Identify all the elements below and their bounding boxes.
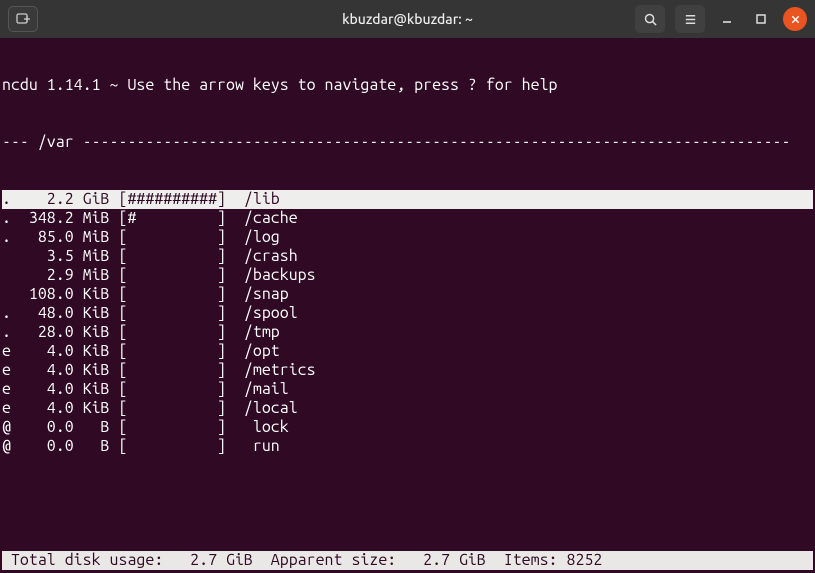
list-item[interactable]: . 28.0 KiB [ ] /tmp [2,323,813,342]
status-footer: Total disk usage: 2.7 GiB Apparent size:… [2,551,813,570]
menu-button[interactable] [675,5,705,33]
new-tab-button[interactable] [8,6,38,32]
hamburger-icon [683,12,698,27]
search-icon [643,12,658,27]
titlebar: kbuzdar@kbuzdar: ~ [0,0,815,38]
list-item[interactable]: . 2.2 GiB [##########] /lib [2,190,813,209]
list-item[interactable]: 108.0 KiB [ ] /snap [2,285,813,304]
ncdu-header: ncdu 1.14.1 ~ Use the arrow keys to navi… [2,76,813,95]
maximize-icon [755,13,767,25]
list-item[interactable]: 2.9 MiB [ ] /backups [2,266,813,285]
file-listing[interactable]: . 2.2 GiB [##########] /lib. 348.2 MiB [… [2,190,813,456]
maximize-button[interactable] [749,7,773,31]
list-item[interactable]: @ 0.0 B [ ] run [2,437,813,456]
list-item[interactable]: e 4.0 KiB [ ] /local [2,399,813,418]
window-title: kbuzdar@kbuzdar: ~ [342,11,473,27]
close-icon [790,14,801,25]
titlebar-left [8,6,38,32]
list-item[interactable]: e 4.0 KiB [ ] /metrics [2,361,813,380]
terminal-area[interactable]: ncdu 1.14.1 ~ Use the arrow keys to navi… [0,38,815,573]
minimize-icon [721,13,733,25]
minimize-button[interactable] [715,7,739,31]
list-item[interactable]: . 48.0 KiB [ ] /spool [2,304,813,323]
path-line: --- /var -------------------------------… [2,133,813,152]
list-item[interactable]: . 348.2 MiB [# ] /cache [2,209,813,228]
search-button[interactable] [635,5,665,33]
list-item[interactable]: @ 0.0 B [ ] lock [2,418,813,437]
new-tab-icon [15,11,31,27]
titlebar-right [635,5,807,33]
list-item[interactable]: 3.5 MiB [ ] /crash [2,247,813,266]
close-button[interactable] [783,7,807,31]
list-item[interactable]: e 4.0 KiB [ ] /opt [2,342,813,361]
list-item[interactable]: . 85.0 MiB [ ] /log [2,228,813,247]
list-item[interactable]: e 4.0 KiB [ ] /mail [2,380,813,399]
